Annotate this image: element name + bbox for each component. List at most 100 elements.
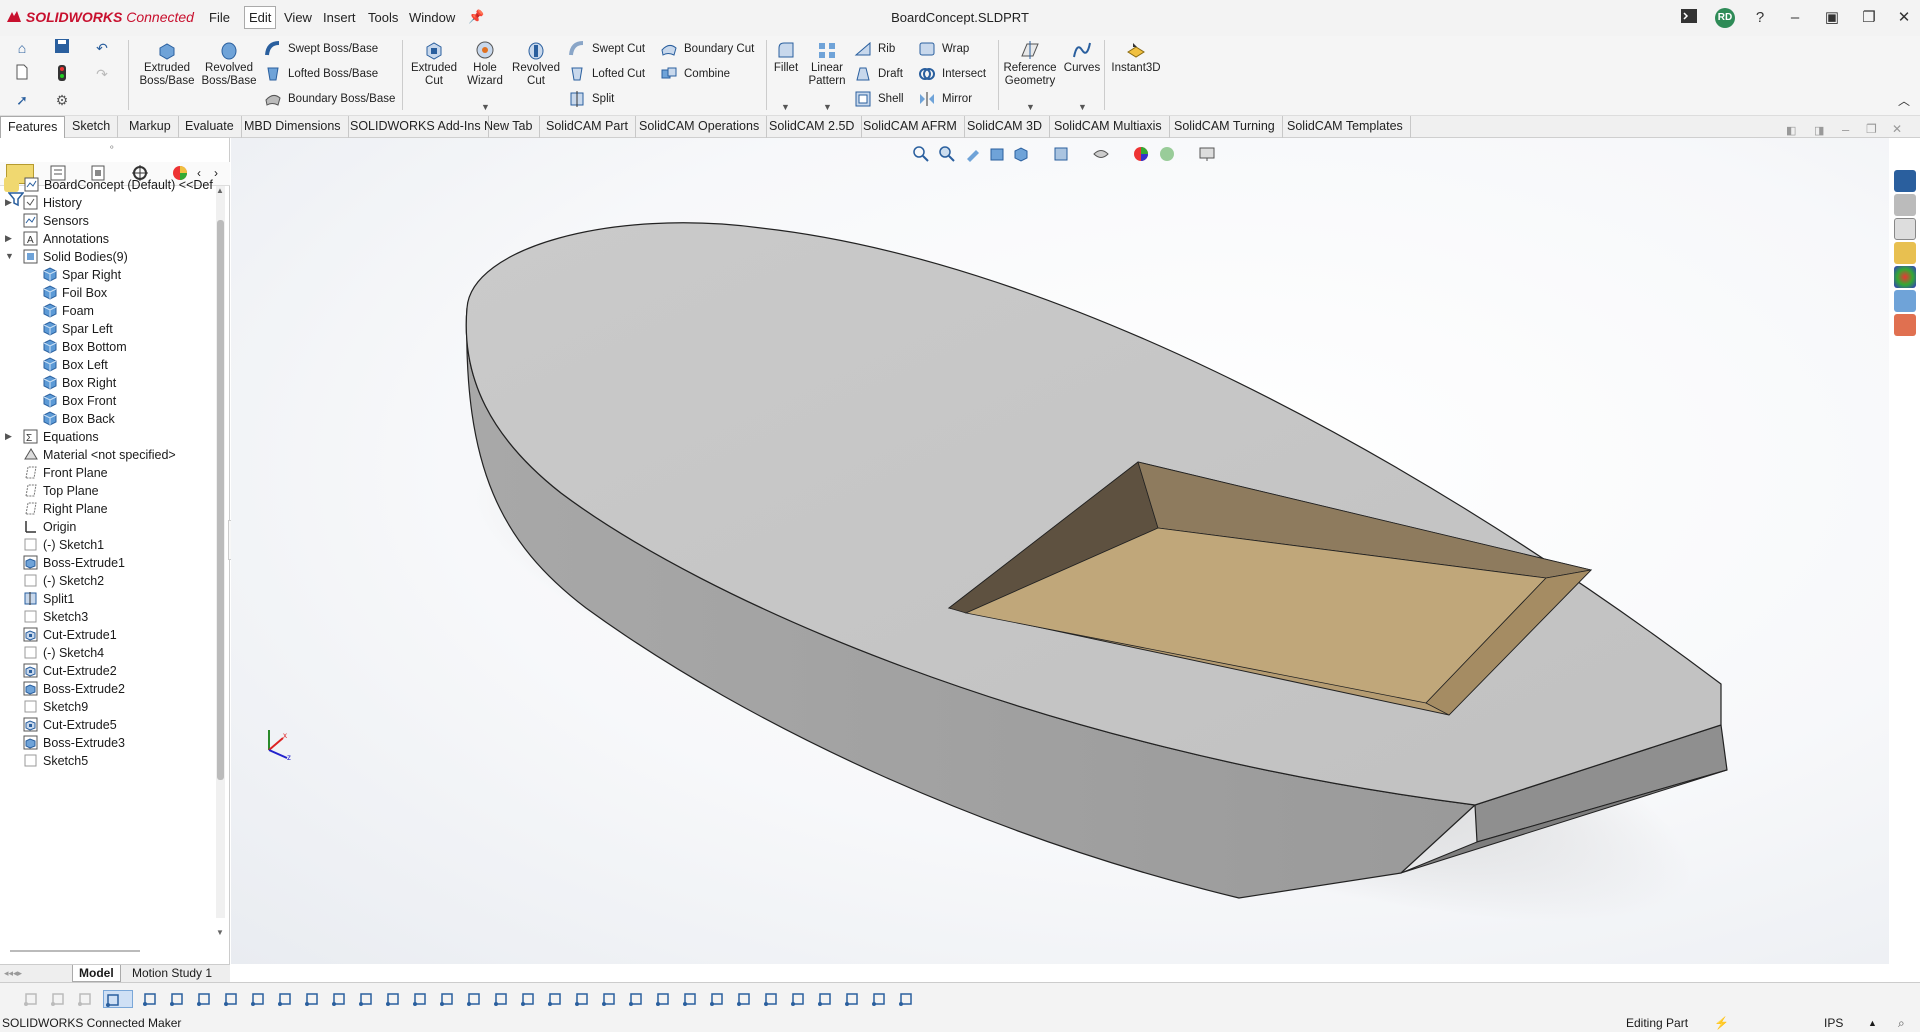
- tree-item[interactable]: Cut-Extrude5: [23, 715, 117, 735]
- viewport-restore-icon[interactable]: ❐: [1866, 122, 1877, 136]
- panel-grip-icon[interactable]: ⚬: [108, 142, 116, 153]
- redo-icon[interactable]: ↷: [92, 64, 112, 84]
- combine-button[interactable]: Combine: [660, 64, 730, 84]
- boundary-cut-button[interactable]: Boundary Cut: [660, 39, 754, 59]
- design-library-icon[interactable]: [1894, 194, 1916, 216]
- feedback-icon[interactable]: ⌕: [1898, 1014, 1905, 1032]
- collapse-ribbon-icon[interactable]: ︿: [1898, 92, 1910, 109]
- tab-solidcam-templates[interactable]: SolidCAM Templates: [1280, 116, 1411, 138]
- extruded-boss-button[interactable]: Extruded Boss/Base: [138, 40, 196, 88]
- tree-item[interactable]: Foil Box: [42, 283, 107, 303]
- tree-item[interactable]: Box Front: [42, 391, 116, 411]
- menu-tools[interactable]: Tools: [365, 10, 401, 25]
- tree-item[interactable]: Box Back: [42, 409, 115, 429]
- rectangle-icon[interactable]: [222, 990, 240, 1008]
- tab-markup[interactable]: Markup: [122, 116, 179, 138]
- tree-item[interactable]: Sensors: [23, 211, 89, 231]
- search-annotation-icon[interactable]: [573, 990, 591, 1008]
- collapse-arrow-icon[interactable]: ▼: [5, 251, 14, 261]
- lofted-cut-button[interactable]: Lofted Cut: [568, 64, 645, 84]
- tree-item[interactable]: Boss-Extrude3: [23, 733, 125, 753]
- tree-item[interactable]: Right Plane: [23, 499, 108, 519]
- fillet-button[interactable]: Fillet: [770, 40, 802, 75]
- tree-item[interactable]: (-) Sketch4: [23, 643, 104, 663]
- close-icon[interactable]: ✕: [1894, 8, 1914, 28]
- apply-scene-icon[interactable]: [1158, 145, 1178, 165]
- tree-item[interactable]: A Annotations: [23, 229, 109, 249]
- selection-filter-toggle-icon[interactable]: [22, 990, 40, 1008]
- viewport-tile-left-icon[interactable]: ◧: [1786, 124, 1796, 137]
- pin-icon[interactable]: 📌: [468, 9, 484, 25]
- menu-insert[interactable]: Insert: [320, 10, 359, 25]
- vertex-filter-icon[interactable]: [357, 990, 375, 1008]
- tree-item[interactable]: Boss-Extrude2: [23, 679, 125, 699]
- sketch-relations-icon[interactable]: [627, 990, 645, 1008]
- reference-geometry-dropdown-icon[interactable]: ▼: [1026, 102, 1035, 112]
- tree-item[interactable]: Top Plane: [23, 481, 99, 501]
- solidworks-resources-icon[interactable]: [1894, 170, 1916, 192]
- display-style-icon[interactable]: [1052, 145, 1072, 165]
- tree-item[interactable]: Front Plane: [23, 463, 108, 483]
- line-icon[interactable]: [303, 990, 321, 1008]
- view-palette-icon[interactable]: [1894, 242, 1916, 264]
- tab-solidcam-operations[interactable]: SolidCAM Operations: [632, 116, 768, 138]
- tab-solidcam-turning[interactable]: SolidCAM Turning: [1167, 116, 1283, 138]
- tab-new-tab[interactable]: New Tab: [477, 116, 541, 138]
- filter-all-icon[interactable]: [76, 990, 94, 1008]
- point-icon[interactable]: [168, 990, 186, 1008]
- options-gear-icon[interactable]: ⚙: [52, 90, 72, 110]
- spring-icon[interactable]: [870, 990, 888, 1008]
- magnet-icon[interactable]: [897, 990, 915, 1008]
- tree-item[interactable]: (-) Sketch1: [23, 535, 104, 555]
- viewport-tile-right-icon[interactable]: ◨: [1814, 124, 1824, 137]
- tab-solidcam-multiaxis[interactable]: SolidCAM Multiaxis: [1047, 116, 1170, 138]
- tree-item[interactable]: Boss-Extrude1: [23, 553, 125, 573]
- boundary-boss-button[interactable]: Boundary Boss/Base: [264, 89, 395, 109]
- rib-button[interactable]: Rib: [854, 39, 895, 59]
- tree-item[interactable]: Solid Bodies(9): [23, 247, 128, 267]
- curved-surface-icon[interactable]: [249, 990, 267, 1008]
- constraint-icon[interactable]: [438, 990, 456, 1008]
- polygon-icon[interactable]: [276, 990, 294, 1008]
- select-arrow-icon[interactable]: [103, 990, 133, 1008]
- zoom-to-fit-icon[interactable]: [912, 145, 932, 165]
- tree-item[interactable]: Foam: [42, 301, 94, 321]
- appearances-icon[interactable]: [1894, 266, 1916, 288]
- section-view-icon[interactable]: [988, 145, 1008, 165]
- view-settings-icon[interactable]: [1198, 145, 1218, 165]
- tab-features[interactable]: Features: [0, 116, 66, 138]
- wrap-button[interactable]: Wrap: [918, 39, 969, 59]
- tree-item[interactable]: Box Right: [42, 373, 116, 393]
- tree-item[interactable]: Cut-Extrude2: [23, 661, 117, 681]
- tree-item[interactable]: History: [23, 193, 82, 213]
- custom-properties-icon[interactable]: [1894, 290, 1916, 312]
- horizontal-scrollbar[interactable]: [10, 950, 140, 952]
- check-icon[interactable]: [519, 990, 537, 1008]
- linear-dimension-icon[interactable]: [330, 990, 348, 1008]
- hole-wizard-button[interactable]: Hole Wizard: [458, 40, 512, 88]
- weld-icon[interactable]: [681, 990, 699, 1008]
- split-button[interactable]: Split: [568, 89, 614, 109]
- tree-item[interactable]: Split1: [23, 589, 74, 609]
- viewport-minimize-icon[interactable]: –: [1842, 122, 1849, 137]
- draft-button[interactable]: Draft: [854, 64, 903, 84]
- tab-sketch[interactable]: Sketch: [65, 116, 119, 138]
- menu-edit[interactable]: Edit: [244, 6, 277, 29]
- solidworks-forum-icon[interactable]: [1894, 314, 1916, 336]
- tab-model[interactable]: Model: [72, 965, 121, 982]
- tree-item[interactable]: Sketch3: [23, 607, 88, 627]
- rebuild-status-icon[interactable]: ⚡: [1714, 1014, 1729, 1032]
- extruded-cut-button[interactable]: Extruded Cut: [406, 40, 462, 88]
- menu-window[interactable]: Window: [406, 10, 458, 25]
- select-icon[interactable]: ➚: [12, 90, 32, 110]
- reference-geometry-button[interactable]: Reference Geometry: [1000, 40, 1060, 88]
- lofted-boss-button[interactable]: Lofted Boss/Base: [264, 64, 378, 84]
- tree-item[interactable]: Spar Left: [42, 319, 113, 339]
- centerline-icon[interactable]: [195, 990, 213, 1008]
- tab-evaluate[interactable]: Evaluate: [178, 116, 242, 138]
- tree-item[interactable]: Sketch9: [23, 697, 88, 717]
- clear-filters-icon[interactable]: [49, 990, 67, 1008]
- user-avatar[interactable]: RD: [1715, 8, 1735, 28]
- hatch-icon[interactable]: [654, 990, 672, 1008]
- previous-view-icon[interactable]: [964, 145, 984, 165]
